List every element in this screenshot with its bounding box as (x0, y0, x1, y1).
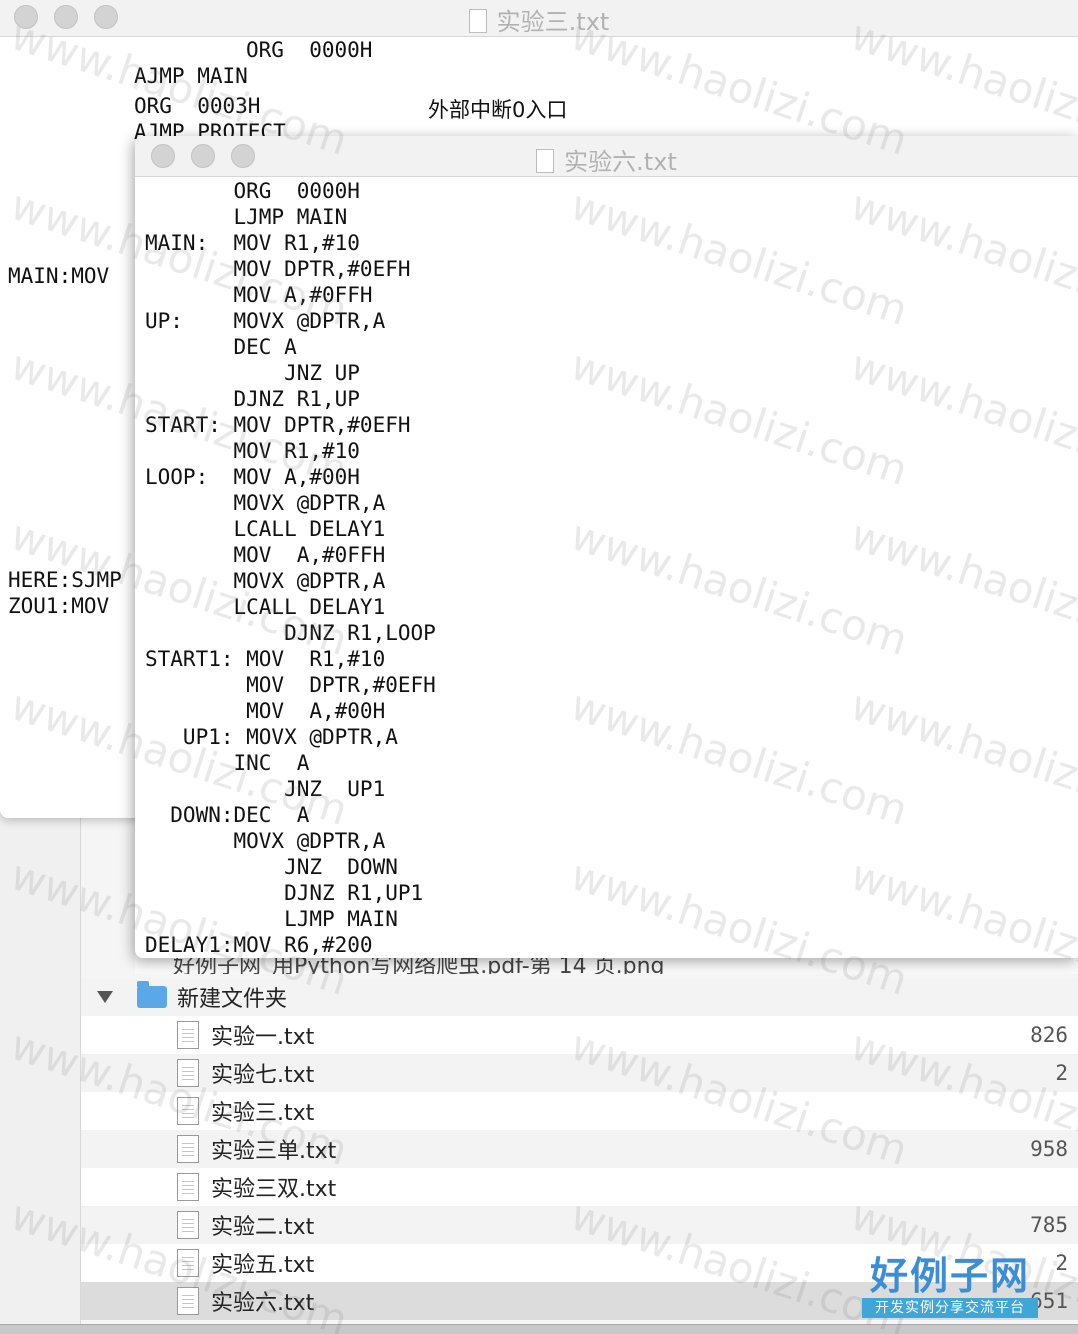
folder-row[interactable]: 新建文件夹 (81, 978, 1078, 1016)
code-comment: 外部中断0入口 (428, 98, 568, 122)
window-title: 实验三.txt (0, 2, 1078, 37)
desktop: 新建文件夹 实验一.txt 826 实验七.txt 2 实验三.txt 实验三单… (0, 0, 1078, 1334)
file-row[interactable]: 实验一.txt 826 (81, 1016, 1078, 1054)
file-name: 实验二.txt (211, 1215, 315, 1240)
code-label: ZOU1:MOV (8, 594, 110, 618)
file-size: 2 (1055, 1251, 1068, 1275)
text-window-front[interactable]: 实验六.txt ORG 0000H LJMP MAIN MAIN: MOV R1… (135, 136, 1078, 958)
file-row-selected[interactable]: 实验六.txt 651 (81, 1282, 1078, 1320)
title-bar[interactable]: 实验三.txt (0, 0, 1078, 37)
code-line: ORG 0000H (246, 38, 373, 62)
disclosure-triangle-icon[interactable] (97, 991, 113, 1003)
file-name: 实验三.txt (211, 1101, 315, 1126)
code-text-area[interactable]: ORG 0000H LJMP MAIN MAIN: MOV R1,#10 MOV… (145, 178, 436, 958)
file-name: 实验五.txt (211, 1253, 315, 1278)
code-line: AJMP MAIN (134, 64, 248, 88)
code-label: MAIN:MOV (8, 264, 110, 288)
code-label: HERE:SJMP (8, 568, 122, 592)
file-row[interactable]: 实验三.txt (81, 1092, 1078, 1130)
file-size: 651 (1030, 1289, 1068, 1313)
finder-status-bar (0, 1324, 1078, 1334)
file-row[interactable]: 实验三单.txt 958 (81, 1130, 1078, 1168)
file-row[interactable]: 实验二.txt 785 (81, 1206, 1078, 1244)
title-bar[interactable]: 实验六.txt (135, 136, 1078, 177)
text-file-icon (177, 1173, 199, 1201)
folder-icon (137, 981, 167, 1008)
text-file-icon (177, 1021, 199, 1049)
file-size: 826 (1030, 1023, 1068, 1047)
document-icon (536, 149, 555, 173)
text-file-icon (177, 1135, 199, 1163)
text-file-icon (177, 1211, 199, 1239)
file-name: 实验三单.txt (211, 1139, 337, 1164)
file-row[interactable]: 实验五.txt 2 (81, 1244, 1078, 1282)
file-size: 785 (1030, 1213, 1068, 1237)
text-file-icon (177, 1059, 199, 1087)
text-file-icon (177, 1097, 199, 1125)
file-size: 2 (1055, 1061, 1068, 1085)
file-name: 实验七.txt (211, 1063, 315, 1088)
window-title-text: 实验六.txt (564, 148, 677, 176)
text-file-icon (177, 1287, 199, 1315)
file-row[interactable]: 实验三双.txt (81, 1168, 1078, 1206)
document-icon (468, 9, 487, 33)
file-name: 实验一.txt (211, 1025, 315, 1050)
folder-name: 新建文件夹 (177, 987, 288, 1012)
file-row[interactable]: 实验七.txt 2 (81, 1054, 1078, 1092)
file-name: 实验三双.txt (211, 1177, 337, 1202)
window-title: 实验六.txt (135, 142, 1078, 177)
file-name: 实验六.txt (211, 1291, 315, 1316)
code-line: ORG 0003H (134, 94, 261, 118)
finder-sidebar (0, 800, 81, 1334)
window-title-text: 实验三.txt (496, 8, 610, 36)
file-size: 958 (1030, 1137, 1068, 1161)
text-file-icon (177, 1249, 199, 1277)
